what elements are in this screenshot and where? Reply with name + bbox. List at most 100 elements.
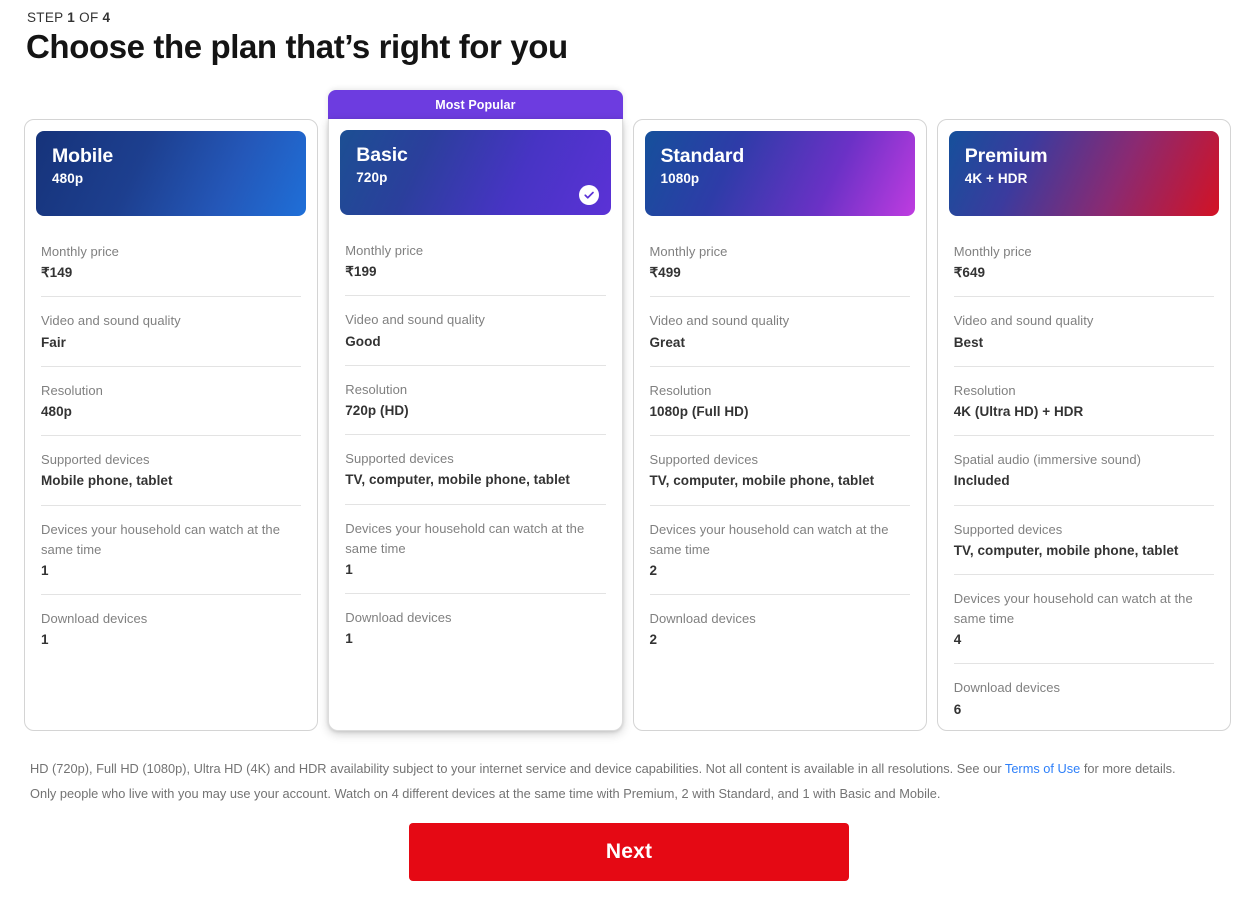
feature-row: Supported devices TV, computer, mobile ph…: [649, 436, 910, 506]
terms-of-use-link[interactable]: Terms of Use: [1005, 761, 1080, 776]
plan-name-standard: Standard: [660, 145, 745, 167]
feature-value: TV, computer, mobile phone, tablet: [345, 472, 570, 488]
footnote-disclaimer: HD (720p), Full HD (1080p), Ultra HD (4K…: [30, 757, 1230, 807]
feature-label: Resolution: [345, 381, 408, 397]
feature-value: TV, computer, mobile phone, tablet: [649, 473, 875, 489]
feature-value: 720p (HD): [345, 402, 409, 418]
feature-row: Video and sound quality Great: [649, 297, 910, 367]
feature-label: Monthly price: [345, 243, 424, 258]
feature-value: ₹149: [41, 265, 73, 281]
feature-row: Spatial audio (immersive sound) Included: [953, 436, 1214, 506]
plan-features-basic: Monthly price ₹199 Video and sound quality…: [340, 215, 610, 662]
plan-subtitle-premium: 4K + HDR: [964, 171, 1028, 187]
feature-row: Devices your household can watch at the …: [345, 505, 606, 595]
feature-value: 1: [345, 561, 353, 577]
feature-row: Devices your household can watch at the …: [41, 506, 302, 596]
selected-check-icon: [578, 185, 599, 205]
feature-value: TV, computer, mobile phone, tablet: [953, 542, 1179, 558]
plan-card-standard[interactable]: Standard 1080p Monthly price ₹499 Video and …: [632, 90, 927, 731]
feature-value: Best: [953, 334, 984, 350]
feature-row: Download devices 2: [650, 595, 910, 663]
most-popular-badge: Most Popular: [328, 90, 623, 119]
feature-row: Resolution 480p: [41, 367, 302, 437]
feature-value: Mobile phone, tablet: [41, 473, 173, 489]
feature-label: Monthly price: [649, 244, 728, 259]
feature-label: Supported devices: [649, 452, 759, 468]
feature-row: Devices your household can watch at the …: [953, 575, 1214, 665]
feature-label: Supported devices: [41, 452, 150, 468]
plan-card-body-standard[interactable]: Standard 1080p Monthly price ₹499 Video and …: [632, 119, 927, 731]
plan-card-body-basic[interactable]: Basic 720p Monthly price ₹199 Video and soun…: [328, 119, 623, 731]
feature-label: Video and sound quality: [953, 313, 1094, 329]
feature-value: 1: [41, 632, 49, 648]
feature-row: Video and sound quality Best: [953, 297, 1214, 367]
feature-row: Monthly price ₹199: [345, 215, 606, 297]
feature-label: Resolution: [953, 382, 1016, 398]
feature-value: 1: [345, 631, 353, 647]
feature-value: 1080p (Full HD): [649, 403, 749, 419]
plan-card-mobile[interactable]: Mobile 480p Monthly price ₹149 Video and sou…: [24, 90, 319, 731]
feature-value: ₹499: [649, 265, 681, 281]
feature-label: Video and sound quality: [345, 312, 485, 328]
feature-label: Download devices: [41, 611, 148, 627]
step-current-number: 1: [67, 10, 76, 25]
feature-label: Spatial audio (immersive sound): [953, 452, 1141, 468]
plan-subtitle-basic: 720p: [356, 170, 388, 186]
plan-name-basic: Basic: [356, 144, 408, 166]
step-indicator: STEP 1 OF 4: [27, 10, 110, 25]
feature-label: Supported devices: [953, 521, 1063, 537]
feature-row: Supported devices TV, computer, mobile ph…: [345, 435, 606, 505]
feature-row: Supported devices Mobile phone, tablet: [41, 436, 302, 506]
feature-value: Included: [953, 473, 1010, 489]
plan-subtitle-mobile: 480p: [52, 171, 84, 187]
plan-features-premium: Monthly price ₹649 Video and sound quality…: [949, 216, 1219, 730]
feature-row: Download devices 1: [345, 594, 605, 662]
plan-header-basic[interactable]: Basic 720p: [340, 130, 611, 215]
feature-row: Resolution 4K (Ultra HD) + HDR: [953, 367, 1214, 437]
footnote-line-1: HD (720p), Full HD (1080p), Ultra HD (4K…: [30, 757, 1230, 782]
step-middle-text: OF: [75, 10, 103, 25]
feature-label: Supported devices: [345, 451, 454, 467]
step-total-number: 4: [102, 10, 111, 25]
feature-label: Download devices: [649, 611, 756, 627]
feature-label: Monthly price: [953, 244, 1032, 259]
feature-row: Resolution 1080p (Full HD): [649, 367, 910, 437]
footnote-line-1-part-2: for more details.: [1080, 761, 1176, 776]
feature-row: Download devices 1: [41, 595, 301, 663]
plan-features-standard: Monthly price ₹499 Video and sound quality…: [645, 216, 915, 663]
plan-header-mobile[interactable]: Mobile 480p: [36, 131, 307, 216]
feature-label: Devices your household can watch at the …: [345, 520, 585, 556]
next-button[interactable]: Next: [409, 823, 849, 881]
feature-value: 6: [953, 701, 962, 717]
feature-label: Resolution: [41, 382, 103, 398]
feature-value: 4: [953, 632, 962, 648]
feature-label: Monthly price: [41, 244, 119, 259]
feature-row: Download devices 6: [953, 664, 1214, 730]
feature-value: 2: [649, 632, 658, 648]
plan-subtitle-standard: 1080p: [660, 171, 700, 187]
plan-card-basic[interactable]: Most Popular Basic 720p Monthly price ₹199 Vi…: [328, 90, 623, 731]
feature-row: Video and sound quality Fair: [41, 297, 302, 367]
feature-value: 4K (Ultra HD) + HDR: [953, 403, 1084, 419]
feature-row: Video and sound quality Good: [345, 296, 606, 366]
feature-row: Supported devices TV, computer, mobile ph…: [953, 506, 1214, 575]
feature-label: Video and sound quality: [41, 313, 181, 329]
feature-label: Devices your household can watch at the …: [649, 521, 889, 557]
feature-label: Devices your household can watch at the …: [953, 590, 1193, 627]
plan-header-standard[interactable]: Standard 1080p: [644, 131, 915, 216]
plan-card-body-premium[interactable]: Premium 4K + HDR Monthly price ₹649 Video an…: [936, 119, 1231, 731]
plan-card-body-mobile[interactable]: Mobile 480p Monthly price ₹149 Video and sou…: [24, 119, 319, 731]
plan-card-premium[interactable]: Premium 4K + HDR Monthly price ₹649 Video an…: [936, 90, 1231, 731]
feature-row: Monthly price ₹149: [41, 216, 302, 298]
feature-label: Video and sound quality: [649, 313, 790, 329]
page-title: Choose the plan that’s right for you: [26, 28, 568, 65]
feature-value: 1: [41, 562, 49, 578]
feature-value: Fair: [41, 334, 66, 350]
step-prefix-text: STEP: [27, 10, 68, 25]
plan-name-premium: Premium: [964, 145, 1048, 167]
feature-label: Download devices: [345, 610, 452, 626]
plan-header-premium[interactable]: Premium 4K + HDR: [948, 131, 1219, 216]
feature-value: 2: [649, 562, 658, 578]
plan-selection-page: STEP 1 OF 4 Choose the plan that’s right…: [0, 0, 1259, 897]
feature-value: 480p: [41, 403, 72, 419]
